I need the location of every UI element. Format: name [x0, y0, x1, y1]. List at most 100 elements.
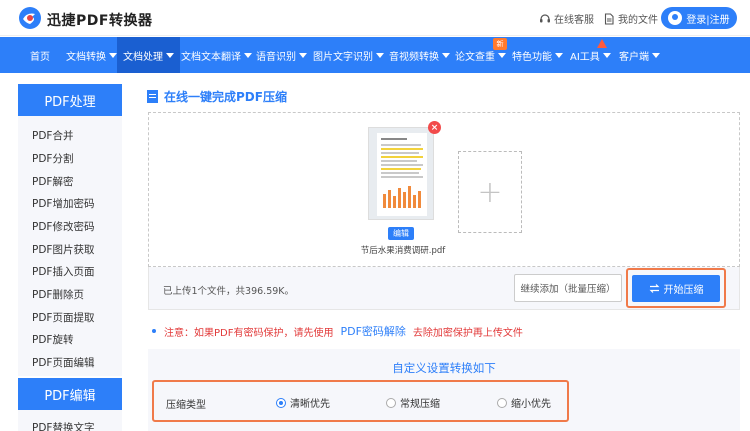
- settings-title: 自定义设置转换如下: [392, 361, 496, 375]
- sidebar-item-pdf-change-password[interactable]: PDF修改密码: [32, 219, 94, 234]
- sidebar-section-pdf-process: PDF处理: [18, 84, 122, 116]
- preview-chart-bar: [403, 192, 406, 208]
- pdf-page-preview: [377, 133, 427, 216]
- notice-suffix: 去除加密保护再上传文件: [412, 327, 523, 339]
- radio-unchecked-icon: [386, 397, 396, 408]
- brand-name[interactable]: 迅捷PDF转换器: [47, 10, 152, 30]
- logo-icon[interactable]: [18, 6, 42, 30]
- sidebar-item-pdf-split[interactable]: PDF分割: [32, 151, 73, 166]
- edit-file-button[interactable]: 编辑: [388, 227, 414, 240]
- nav-client[interactable]: 客户端: [619, 37, 660, 73]
- nav-doc-translate[interactable]: 文档文本翻译: [181, 37, 252, 73]
- preview-chart-bar: [398, 188, 401, 208]
- sidebar-item-pdf-rotate[interactable]: PDF旋转: [32, 332, 73, 347]
- radio-size-first-label: 缩小优先: [511, 399, 551, 410]
- sidebar-item-pdf-page-edit[interactable]: PDF页面编辑: [32, 355, 94, 370]
- swap-icon: [649, 284, 659, 293]
- upload-info-text: 已上传1个文件，共396.59K。: [163, 286, 295, 297]
- nav-image-ocr[interactable]: 图片文字识别: [313, 37, 384, 73]
- nav-doc-process-label: 文档处理: [123, 51, 163, 63]
- preview-heading-line: [381, 138, 407, 140]
- sidebar-list: PDF合并 PDF分割 PDF解密 PDF增加密码 PDF修改密码 PDF图片获…: [18, 116, 122, 376]
- chevron-down-icon: [555, 52, 563, 58]
- file-icon: [604, 12, 614, 25]
- password-notice: 注意：如果PDF有密码保护，请先使用 PDF密码解除 去除加密保护再上传文件: [152, 323, 523, 339]
- remove-file-button[interactable]: ×: [428, 121, 441, 134]
- chevron-down-icon: [442, 52, 450, 58]
- radio-unchecked-icon: [497, 397, 507, 408]
- preview-line: [381, 172, 419, 174]
- preview-highlight-line: [381, 148, 423, 150]
- start-compress-label: 开始压缩: [663, 285, 704, 296]
- sidebar-item-pdf-merge[interactable]: PDF合并: [32, 128, 73, 143]
- sidebar-item-pdf-decrypt[interactable]: PDF解密: [32, 174, 73, 189]
- pdf-thumbnail[interactable]: [368, 127, 434, 220]
- nav-av-convert-label: 音视频转换: [389, 51, 439, 63]
- radio-normal-compress[interactable]: 常规压缩: [386, 395, 440, 410]
- nav-speech-recog[interactable]: 语音识别: [256, 37, 307, 73]
- sidebar-item-pdf-insert-page[interactable]: PDF插入页面: [32, 264, 94, 279]
- sidebar-item-pdf-delete-page[interactable]: PDF删除页: [32, 287, 84, 302]
- start-compress-button[interactable]: 开始压缩: [632, 275, 720, 302]
- nav-home[interactable]: 首页: [30, 37, 50, 73]
- radio-normal-compress-label: 常规压缩: [400, 399, 440, 410]
- user-icon: [668, 11, 683, 25]
- nav-ai-tools-label: AI工具: [570, 51, 600, 63]
- preview-chart-bar: [393, 196, 396, 208]
- nav-doc-process[interactable]: 文档处理: [117, 37, 180, 73]
- nav-features-label: 特色功能: [512, 51, 552, 63]
- preview-chart-bar: [408, 186, 411, 208]
- chevron-down-icon: [166, 52, 174, 58]
- preview-chart-bar: [388, 190, 391, 208]
- nav-home-label: 首页: [30, 51, 50, 63]
- sidebar-section-pdf-edit: PDF编辑: [18, 378, 122, 410]
- sidebar-item-pdf-replace-text[interactable]: PDF替换文字: [32, 420, 94, 431]
- preview-highlight-line: [381, 168, 421, 170]
- nav-doc-translate-label: 文档文本翻译: [181, 51, 241, 63]
- page-title-text: 在线一键完成PDF压缩: [164, 90, 287, 104]
- preview-chart-bar: [418, 191, 421, 208]
- notice-prefix: 注意：如果PDF有密码保护，请先使用: [164, 327, 334, 339]
- chevron-down-icon: [652, 52, 660, 58]
- preview-line: [381, 176, 423, 178]
- nav-features[interactable]: 特色功能: [512, 37, 563, 73]
- nav-av-convert[interactable]: 音视频转换: [389, 37, 450, 73]
- radio-clarity-first[interactable]: 清晰优先: [276, 395, 330, 410]
- preview-line: [381, 160, 417, 162]
- login-register-button[interactable]: 登录|注册: [661, 7, 737, 29]
- add-file-box[interactable]: +: [458, 151, 522, 233]
- chevron-down-icon: [602, 52, 611, 58]
- sidebar-item-pdf-add-password[interactable]: PDF增加密码: [32, 196, 94, 211]
- new-badge: 新: [493, 38, 507, 50]
- nav-image-ocr-label: 图片文字识别: [313, 51, 373, 63]
- file-name: 节后水果消费调研.pdf: [360, 246, 446, 256]
- preview-line: [381, 152, 419, 154]
- sidebar-item-pdf-extract-page[interactable]: PDF页面提取: [32, 310, 94, 325]
- pdf-password-remove-link[interactable]: PDF密码解除: [340, 323, 405, 339]
- nav-client-label: 客户端: [619, 51, 649, 63]
- chevron-down-icon: [299, 52, 307, 58]
- radio-checked-icon: [276, 397, 286, 408]
- compress-type-label: 压缩类型: [166, 400, 206, 411]
- preview-chart-bar: [383, 194, 386, 208]
- headset-icon: [540, 13, 550, 22]
- preview-line: [381, 144, 421, 146]
- my-files-label: 我的文件: [618, 15, 658, 26]
- nav-doc-convert-label: 文档转换: [66, 51, 106, 63]
- continue-add-button[interactable]: 继续添加（批量压缩）: [514, 274, 622, 302]
- nav-doc-convert[interactable]: 文档转换: [66, 37, 117, 73]
- chevron-down-icon: [109, 52, 117, 58]
- my-files-link[interactable]: 我的文件: [603, 11, 658, 26]
- top-header: 迅捷PDF转换器 在线客服 我的文件 登录|注册: [0, 0, 750, 36]
- nav-ai-tools[interactable]: AI工具: [570, 37, 611, 73]
- close-icon: ×: [430, 122, 439, 133]
- nav-speech-recog-label: 语音识别: [256, 51, 296, 63]
- document-icon: [147, 90, 158, 103]
- sidebar-item-pdf-extract-images[interactable]: PDF图片获取: [32, 242, 94, 257]
- chevron-down-icon: [498, 52, 506, 58]
- plus-icon: +: [477, 174, 503, 210]
- radio-size-first[interactable]: 缩小优先: [497, 395, 551, 410]
- sidebar-list-2: PDF替换文字: [18, 410, 122, 431]
- preview-highlight-line: [381, 156, 423, 158]
- online-service-link[interactable]: 在线客服: [539, 11, 594, 26]
